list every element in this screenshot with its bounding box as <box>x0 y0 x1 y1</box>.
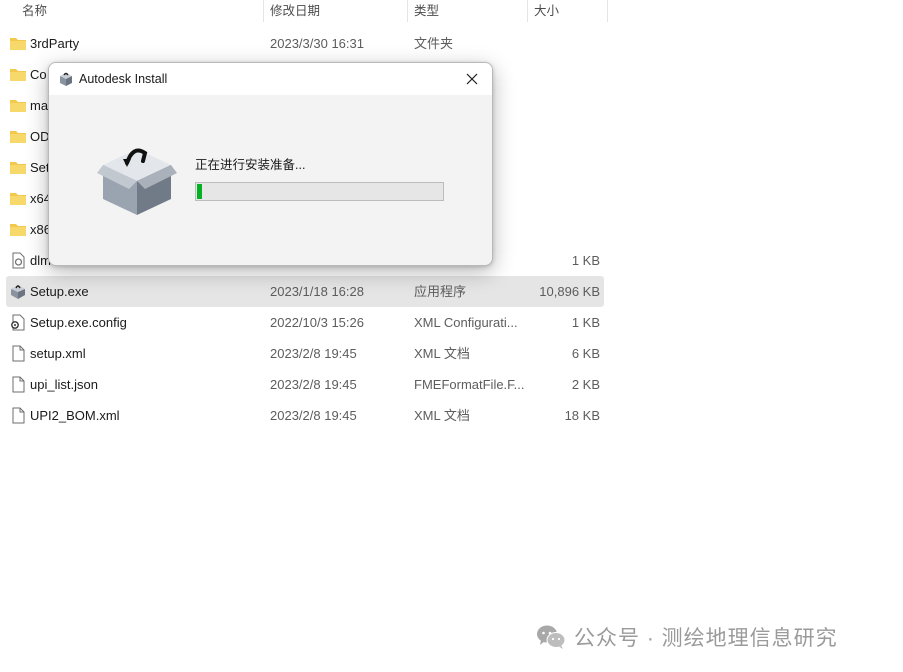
status-message: 正在进行安装准备... <box>195 158 306 172</box>
file-name: Setup.exe <box>30 284 89 299</box>
dialog-title: Autodesk Install <box>79 72 168 86</box>
file-icon <box>9 376 27 393</box>
file-row[interactable]: 3rdParty 2023/3/30 16:31 文件夹 <box>6 28 604 59</box>
column-size-header[interactable]: 大小 <box>534 0 559 22</box>
file-row[interactable]: Setup.exe 2023/1/18 16:28 应用程序 10,896 KB <box>6 276 604 307</box>
dialog-titlebar[interactable]: Autodesk Install <box>49 63 492 95</box>
file-size <box>532 90 600 121</box>
file-name: upi_list.json <box>30 377 98 392</box>
config-file-icon <box>9 314 27 331</box>
folder-icon <box>9 97 27 114</box>
file-size: 1 KB <box>571 315 600 330</box>
file-name: 3rdParty <box>30 36 80 51</box>
file-row[interactable]: setup.xml 2023/2/8 19:45 XML 文档 6 KB <box>6 338 604 369</box>
file-name: UPI2_BOM.xml <box>30 408 120 423</box>
file-size: 6 KB <box>571 346 600 361</box>
progress-bar-fill <box>197 184 202 199</box>
file-size: 10,896 KB <box>539 284 600 299</box>
progress-bar <box>195 182 444 201</box>
watermark: 公众号 · 测绘地理信息研究 <box>536 620 888 654</box>
watermark-text: 公众号 · 测绘地理信息研究 <box>574 627 838 650</box>
column-date-header[interactable]: 修改日期 <box>270 0 320 22</box>
box-icon <box>97 148 177 215</box>
file-size <box>532 214 600 245</box>
close-button[interactable] <box>452 63 492 95</box>
file-size <box>532 183 600 214</box>
file-date: 2023/2/8 19:45 <box>270 408 357 423</box>
file-date: 2023/3/30 16:31 <box>270 36 364 51</box>
file-date: 2022/10/3 15:26 <box>270 315 364 330</box>
column-divider[interactable] <box>527 0 528 22</box>
column-type-header[interactable]: 类型 <box>414 0 439 22</box>
column-name-header[interactable]: 名称 <box>22 0 47 22</box>
column-divider[interactable] <box>263 0 264 22</box>
file-size: 1 KB <box>571 253 600 268</box>
folder-icon <box>9 66 27 83</box>
folder-icon <box>9 221 27 238</box>
file-size <box>532 28 600 59</box>
file-type: XML 文档 <box>414 346 470 361</box>
autodesk-install-icon <box>60 72 72 86</box>
file-size: 18 KB <box>564 408 600 423</box>
folder-icon <box>9 128 27 145</box>
file-type: 文件夹 <box>414 36 454 51</box>
file-type: FMEFormatFile.F... <box>414 377 524 392</box>
column-header: 名称 修改日期 类型 大小 <box>0 0 903 22</box>
file-size <box>532 121 600 152</box>
file-name: setup.xml <box>30 346 86 361</box>
autodesk-install-dialog: Autodesk Install 正在进行安装准备... <box>48 62 493 266</box>
file-row[interactable]: UPI2_BOM.xml 2023/2/8 19:45 XML 文档 18 KB <box>6 400 604 431</box>
settings-file-icon <box>9 252 27 269</box>
file-date: 2023/1/18 16:28 <box>270 284 364 299</box>
close-icon <box>466 73 478 85</box>
wechat-icon <box>537 625 566 649</box>
folder-icon <box>9 190 27 207</box>
column-divider[interactable] <box>607 0 608 22</box>
file-size <box>532 59 600 90</box>
folder-icon <box>9 159 27 176</box>
file-type: XML 文档 <box>414 408 470 423</box>
file-name: Setup.exe.config <box>30 315 127 330</box>
file-row[interactable]: upi_list.json 2023/2/8 19:45 FMEFormatFile… <box>6 369 604 400</box>
file-date: 2023/2/8 19:45 <box>270 346 357 361</box>
file-size <box>532 152 600 183</box>
file-type: 应用程序 <box>414 284 467 299</box>
file-icon <box>9 407 27 424</box>
folder-icon <box>9 35 27 52</box>
installer-icon <box>9 283 27 300</box>
file-icon <box>9 345 27 362</box>
file-date: 2023/2/8 19:45 <box>270 377 357 392</box>
column-divider[interactable] <box>407 0 408 22</box>
file-type: XML Configurati... <box>414 315 518 330</box>
file-row[interactable]: Setup.exe.config 2022/10/3 15:26 XML Confi… <box>6 307 604 338</box>
file-size: 2 KB <box>571 377 600 392</box>
